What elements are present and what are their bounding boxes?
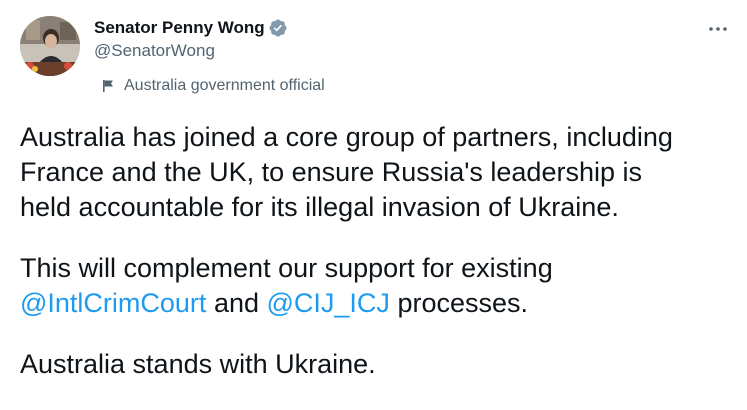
avatar-image — [20, 16, 80, 76]
tweet-line-mentions: @IntlCrimCourt and @CIJ_ICJ processes. — [20, 286, 732, 321]
ellipsis-horizontal-icon — [709, 27, 727, 31]
tweet-line: France and the UK, to ensure Russia's le… — [20, 157, 642, 187]
tweet-line: This will complement our support for exi… — [20, 253, 553, 283]
tweet-paragraph-1: Australia has joined a core group of par… — [20, 120, 732, 225]
tweet-text-fragment: processes. — [389, 288, 528, 318]
name-row: Senator Penny Wong — [94, 16, 325, 40]
tweet-paragraph-3: Australia stands with Ukraine. — [20, 347, 732, 382]
more-options-button[interactable] — [705, 16, 731, 42]
tweet-line: Australia stands with Ukraine. — [20, 349, 376, 379]
government-label: Australia government official — [102, 77, 325, 95]
tweet-paragraph-2: This will complement our support for exi… — [20, 251, 732, 321]
flag-icon — [102, 79, 116, 93]
tweet-text: Australia has joined a core group of par… — [20, 120, 732, 408]
mention-cij-icj-link[interactable]: @CIJ_ICJ — [267, 288, 390, 318]
tweet-text-fragment: and — [206, 288, 267, 318]
tweet-header: Senator Penny Wong @SenatorWong Australi… — [94, 16, 325, 95]
government-label-text: Australia government official — [124, 77, 325, 94]
tweet-line: Australia has joined a core group of par… — [20, 122, 673, 152]
tweet-line: held accountable for its illegal invasio… — [20, 192, 619, 222]
verified-badge-icon — [268, 18, 288, 38]
display-name[interactable]: Senator Penny Wong — [94, 18, 265, 38]
user-handle[interactable]: @SenatorWong — [94, 41, 325, 63]
tweet-card: Senator Penny Wong @SenatorWong Australi… — [0, 0, 747, 410]
mention-intlcrimcourt-link[interactable]: @IntlCrimCourt — [20, 288, 206, 318]
avatar[interactable] — [20, 16, 80, 76]
